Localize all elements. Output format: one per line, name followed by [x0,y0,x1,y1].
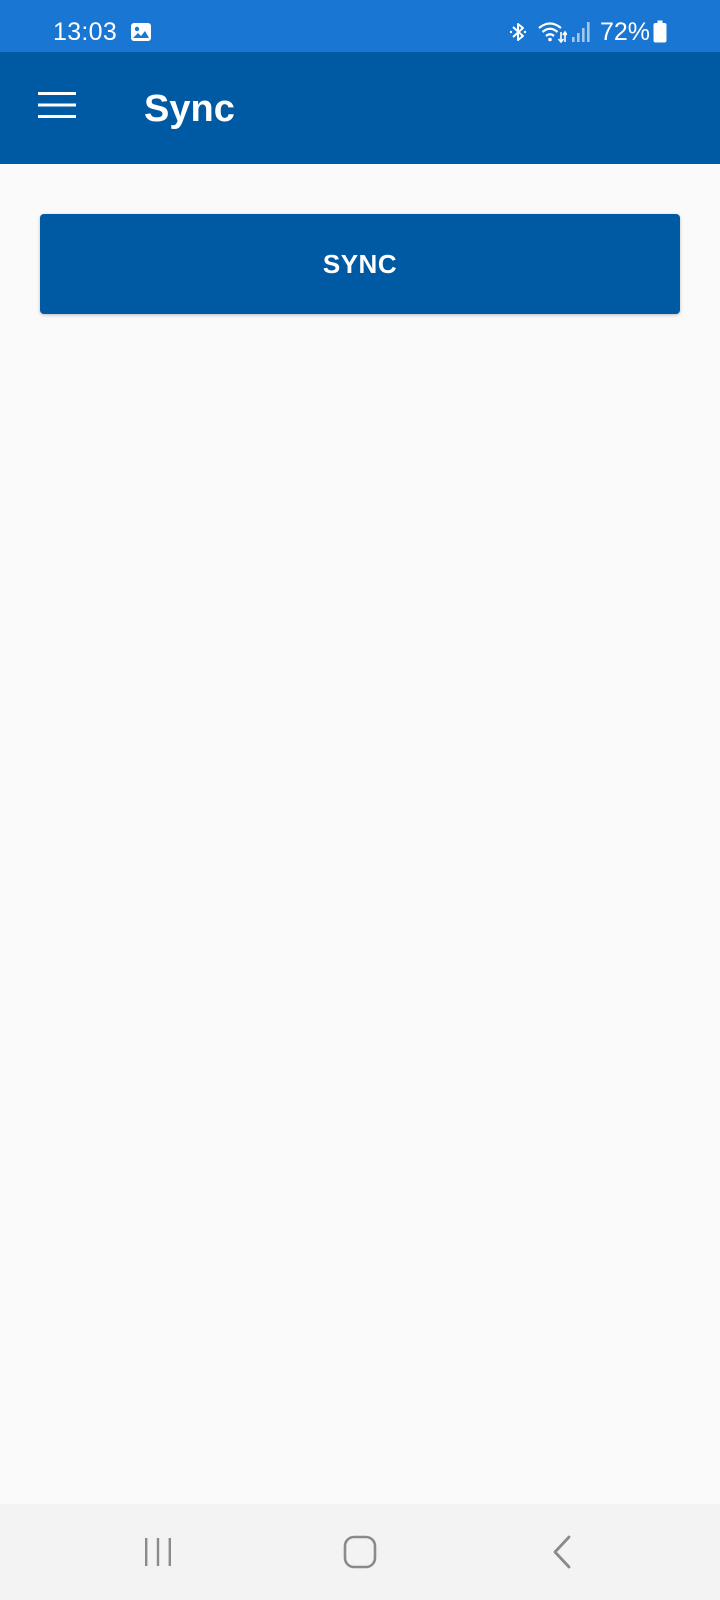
home-icon [343,1535,377,1569]
sync-button[interactable]: SYNC [40,214,680,314]
signal-icon [572,22,590,42]
home-button[interactable] [320,1522,400,1582]
app-bar: Sync [0,52,720,164]
menu-button[interactable] [22,70,92,140]
back-icon [553,1535,571,1569]
battery-icon [653,20,667,43]
status-time: 13:03 [53,18,118,46]
battery-percent: 72% [600,18,651,46]
back-button[interactable] [522,1522,602,1582]
page-title: Sync [144,88,235,130]
bluetooth-icon [509,23,527,41]
recent-apps-icon [145,1538,171,1566]
navigation-bar [0,1504,720,1600]
hamburger-menu-icon [38,92,76,118]
wifi-icon [538,22,567,44]
recent-apps-button[interactable] [118,1522,198,1582]
gallery-icon [131,23,151,41]
status-bar: 13:03 72% [0,0,720,52]
